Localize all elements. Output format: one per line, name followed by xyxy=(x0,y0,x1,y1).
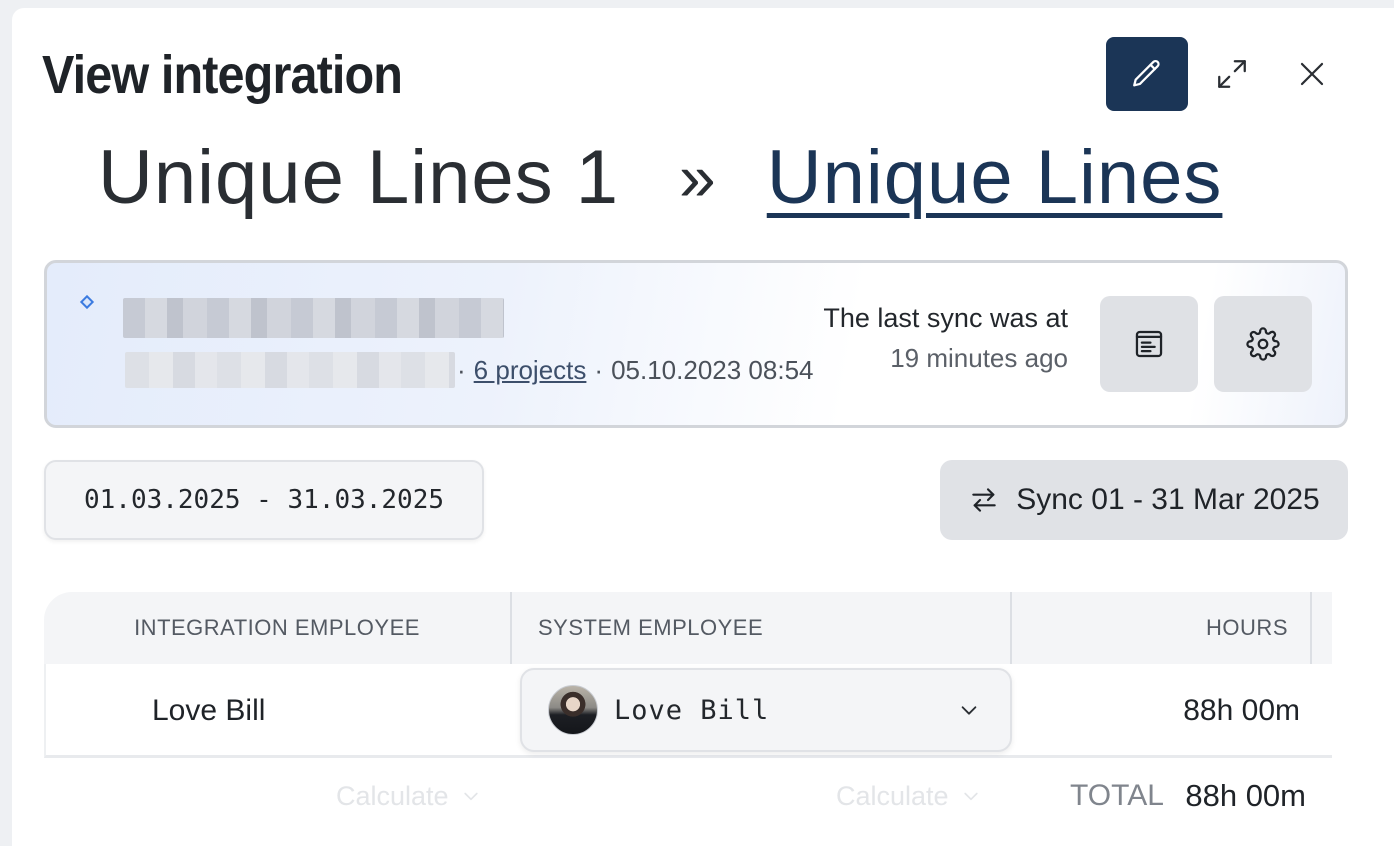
close-button[interactable] xyxy=(1284,44,1340,104)
table-row: Love Bill Love Bill 88h 00m xyxy=(44,664,1332,758)
pencil-icon xyxy=(1133,59,1160,87)
expand-icon xyxy=(1218,60,1246,88)
created-at: 05.10.2023 08:54 xyxy=(611,354,814,385)
hours-cell: 88h 00m xyxy=(1183,694,1300,727)
date-range-picker[interactable]: 01.03.2025 - 31.03.2025 xyxy=(44,460,484,540)
gear-icon xyxy=(1246,327,1280,361)
calculate-label: Calculate xyxy=(336,780,449,811)
last-sync-info: The last sync was at 19 minutes ago xyxy=(823,300,1068,380)
chevron-down-icon xyxy=(958,699,980,721)
column-integration-employee[interactable]: INTEGRATION EMPLOYEE xyxy=(44,592,512,664)
calculate-dropdown[interactable]: Calculate xyxy=(836,758,981,834)
integration-settings-button[interactable] xyxy=(1214,296,1312,392)
log-icon xyxy=(1135,330,1163,358)
last-sync-label: The last sync was at xyxy=(823,303,1068,333)
calculate-dropdown[interactable]: Calculate xyxy=(336,758,481,834)
sync-button[interactable]: Sync 01 - 31 Mar 2025 xyxy=(940,460,1348,540)
chevron-down-icon xyxy=(463,792,478,801)
meta-bullet: · xyxy=(457,354,466,385)
column-system-employee[interactable]: SYSTEM EMPLOYEE xyxy=(512,592,1012,664)
sync-button-label: Sync 01 - 31 Mar 2025 xyxy=(1016,483,1320,516)
expand-button[interactable] xyxy=(1204,44,1260,104)
close-icon xyxy=(1300,62,1324,86)
redacted-integration-name xyxy=(123,298,504,338)
table-footer: Calculate Calculate TOTAL 88h 00m xyxy=(44,758,1332,834)
projects-link[interactable]: 6 projects xyxy=(474,355,587,386)
page-title: View integration xyxy=(42,45,403,105)
avatar xyxy=(548,685,598,735)
chevron-down-icon xyxy=(963,792,978,801)
source-name: Unique Lines 1 xyxy=(98,134,620,220)
integration-meta: · 6 projects · 05.10.2023 08:54 xyxy=(457,352,814,388)
target-link[interactable]: Unique Lines xyxy=(767,134,1223,221)
last-sync-value: 19 minutes ago xyxy=(890,343,1068,373)
table-header: INTEGRATION EMPLOYEE SYSTEM EMPLOYEE HOU… xyxy=(44,592,1332,664)
swap-arrows-icon xyxy=(972,488,996,512)
mapping-separator: » xyxy=(679,140,717,214)
total-hours: 88h 00m xyxy=(1185,778,1306,813)
calculate-label: Calculate xyxy=(836,780,949,811)
column-hours[interactable]: HOURS xyxy=(1012,592,1312,664)
system-employee-select[interactable]: Love Bill xyxy=(520,668,1012,752)
sync-log-button[interactable] xyxy=(1100,296,1198,392)
total-label: TOTAL xyxy=(1070,779,1164,812)
integration-employee-cell: Love Bill xyxy=(152,694,266,727)
meta-bullet: · xyxy=(594,354,604,385)
redacted-integration-account xyxy=(125,352,455,388)
system-employee-name: Love Bill xyxy=(614,694,770,726)
integration-headline: Unique Lines 1 » Unique Lines xyxy=(98,132,1222,222)
edit-button[interactable] xyxy=(1106,37,1188,111)
